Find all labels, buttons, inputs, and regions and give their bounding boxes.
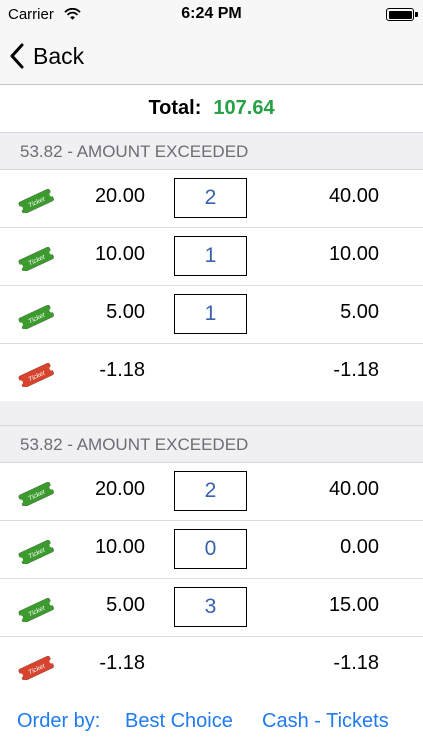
status-bar: Carrier 6:24 PM [0, 0, 423, 30]
back-button[interactable]: Back [10, 41, 84, 71]
section-header-label: 53.82 - AMOUNT EXCEEDED [20, 142, 249, 161]
back-label: Back [33, 42, 85, 69]
section-gap [0, 401, 423, 425]
ticket-icon: Ticket [14, 304, 58, 334]
denomination-value: -1.18 [99, 359, 145, 381]
amount-value: -1.18 [333, 652, 379, 674]
quantity-field[interactable]: 2 [174, 178, 247, 218]
quantity-field[interactable]: 1 [174, 236, 247, 276]
denomination-value: -1.18 [99, 652, 145, 674]
ticket-icon: Ticket [14, 188, 58, 218]
table-row: Ticket 20.00 2 40.00 [0, 463, 423, 521]
denomination-value: 10.00 [94, 243, 145, 265]
navigation-bar: Back [0, 30, 423, 85]
status-time: 6:24 PM [181, 5, 242, 22]
section-header: 53.82 - AMOUNT EXCEEDED [0, 132, 423, 170]
order-by-label: Order by: [17, 710, 101, 732]
ticket-icon: Ticket [14, 597, 58, 627]
order-best-choice-option[interactable]: Best Choice [125, 710, 233, 733]
section-header: 53.82 - AMOUNT EXCEEDED [0, 425, 423, 463]
ticket-icon: Ticket [14, 481, 58, 511]
total-row: Total: 107.64 [0, 85, 423, 132]
ticket-icon: Ticket [14, 655, 58, 685]
amount-value: 15.00 [328, 594, 379, 616]
amount-value: 0.00 [340, 536, 379, 558]
denomination-value: 20.00 [94, 185, 145, 207]
table-row: Ticket 20.00 2 40.00 [0, 170, 423, 228]
quantity-field[interactable]: 2 [174, 471, 247, 511]
battery-icon [386, 8, 418, 21]
amount-value: 40.00 [328, 478, 379, 500]
denomination-value: 5.00 [106, 594, 145, 616]
table-row: Ticket -1.18 -1.18 [0, 344, 423, 402]
quantity-field[interactable]: 1 [174, 294, 247, 334]
denomination-value: 20.00 [94, 478, 145, 500]
quantity-field[interactable]: 0 [174, 529, 247, 569]
chevron-left-icon [10, 43, 24, 69]
table-row: Ticket 5.00 3 15.00 [0, 579, 423, 637]
ticket-icon: Ticket [14, 539, 58, 569]
amount-value: 40.00 [328, 185, 379, 207]
quantity-field[interactable]: 3 [174, 587, 247, 627]
total-label: Total: [148, 97, 202, 119]
denomination-value: 5.00 [106, 301, 145, 323]
table-row: Ticket 10.00 1 10.00 [0, 228, 423, 286]
denomination-value: 10.00 [94, 536, 145, 558]
amount-value: -1.18 [333, 359, 379, 381]
total-value: 107.64 [213, 97, 275, 119]
table-row: Ticket -1.18 -1.18 [0, 637, 423, 695]
table-row: Ticket 10.00 0 0.00 [0, 521, 423, 579]
amount-value: 5.00 [340, 301, 379, 323]
ticket-icon: Ticket [14, 362, 58, 392]
ticket-icon: Ticket [14, 246, 58, 276]
amount-value: 10.00 [328, 243, 379, 265]
table-row: Ticket 5.00 1 5.00 [0, 286, 423, 344]
order-by-bar: Order by: Best Choice Cash - Tickets [0, 706, 423, 738]
order-cash-tickets-option[interactable]: Cash - Tickets [262, 710, 389, 733]
section-header-label: 53.82 - AMOUNT EXCEEDED [20, 435, 249, 454]
